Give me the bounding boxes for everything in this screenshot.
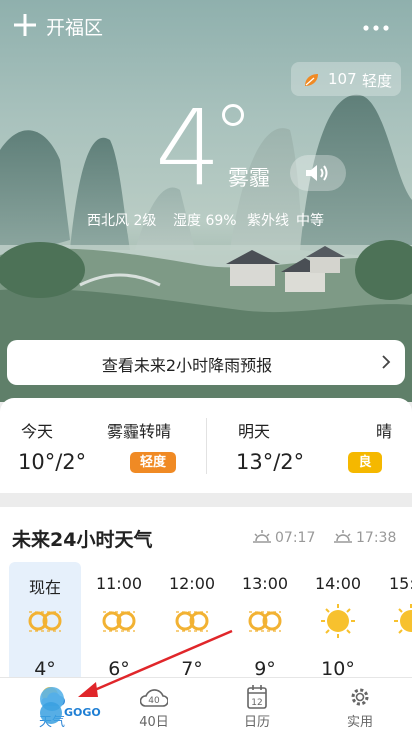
hour-time: 12:00: [168, 574, 216, 593]
voice-broadcast-button[interactable]: [290, 155, 346, 191]
speaker-icon: [306, 165, 328, 181]
today-condition: 雾霾转晴: [107, 422, 172, 441]
hourly-item[interactable]: 13:00 9°: [229, 562, 301, 682]
aqi-value: 107: [328, 70, 357, 88]
more-options-icon[interactable]: [362, 22, 390, 34]
current-temperature: 4: [155, 87, 221, 209]
tab-40-days[interactable]: 40 40日: [124, 678, 184, 732]
chevron-right-icon: [382, 355, 391, 369]
forty-day-badge: 40: [148, 696, 160, 706]
day-divider: [206, 418, 207, 474]
sunset-value: 17:38: [356, 530, 397, 546]
hourly-item[interactable]: 现在 4°: [9, 562, 81, 682]
sun-icon: [321, 604, 355, 638]
humidity-info: 湿度 69%: [173, 213, 237, 229]
tab-tools[interactable]: 实用: [330, 678, 390, 732]
tomorrow-label: 明天: [238, 422, 271, 441]
calendar-day-badge: 12: [251, 698, 262, 708]
sunrise-icon: [253, 530, 271, 543]
haze-icon: [102, 611, 136, 632]
haze-icon: [248, 611, 282, 632]
top-bar: 开福区: [0, 0, 412, 54]
hourly-title: 未来24小时天气: [12, 529, 153, 551]
daily-summary-card: 今天 雾霾转晴 10°/2° 轻度 明天 晴 13°/2° 良: [0, 398, 412, 493]
sunset-icon: [334, 530, 352, 543]
tab-label: 40日: [139, 715, 169, 730]
aqi-level: 轻度: [362, 72, 393, 90]
sunset-time: 17:38: [333, 529, 396, 546]
aqi-badge[interactable]: 107 轻度: [291, 62, 401, 96]
rain-forecast-label: 查看未来2小时降雨预报: [101, 356, 273, 375]
city-name[interactable]: 开福区: [46, 13, 103, 40]
hour-time: 现在: [28, 578, 61, 597]
current-condition: 雾霾: [228, 166, 270, 190]
haze-icon: [175, 611, 209, 632]
wind-info: 西北风 2级: [87, 213, 157, 229]
sun-icon: [394, 604, 412, 634]
tab-label: 实用: [346, 715, 373, 730]
calendar-icon: 12: [247, 685, 267, 709]
hourly-item[interactable]: 12:00 7°: [156, 562, 228, 682]
hourly-item[interactable]: 14:00 10°: [302, 562, 374, 682]
settings-icon: [351, 688, 369, 706]
hourly-forecast: 未来24小时天气 07:17 17:38 现在 4° 11:00 6° 12:0…: [0, 507, 412, 682]
today-aqi-badge: 轻度: [130, 452, 176, 473]
tomorrow-condition: 晴: [376, 422, 393, 441]
tomorrow-aqi-badge: 良: [348, 452, 382, 473]
uv-value: 中等: [296, 213, 324, 229]
hour-time: 11:00: [95, 574, 143, 593]
today-temp: 10°/2°: [18, 450, 87, 474]
tab-label: 日历: [243, 715, 270, 730]
sunrise-value: 07:17: [275, 530, 316, 546]
hourly-item[interactable]: 15:: [375, 562, 412, 682]
tab-calendar[interactable]: 12 日历: [227, 678, 287, 732]
leaf-icon: [305, 74, 318, 86]
uv-label: 紫外线: [247, 213, 289, 229]
tomorrow-temp: 13°/2°: [236, 450, 305, 474]
today-label: 今天: [21, 422, 54, 441]
hourly-item[interactable]: 11:00 6°: [83, 562, 155, 682]
hour-time: 13:00: [241, 574, 289, 593]
hour-time: 14:00: [314, 574, 362, 593]
weather-hero: 开福区 107 轻度 4 雾霾 西北风 2级 湿度 69% 紫外线 中等 查看未…: [0, 0, 412, 402]
degree-symbol: [222, 104, 244, 126]
gogo-watermark-logo: GOGO: [40, 687, 101, 724]
rain-forecast-button[interactable]: 查看未来2小时降雨预报: [7, 340, 405, 385]
forty-day-icon: 40: [140, 689, 168, 707]
hour-time: 15:: [389, 574, 412, 593]
add-city-icon[interactable]: [12, 12, 38, 38]
sunrise-time: 07:17: [252, 529, 315, 546]
haze-icon: [28, 611, 62, 632]
svg-text:GOGO: GOGO: [64, 706, 101, 719]
